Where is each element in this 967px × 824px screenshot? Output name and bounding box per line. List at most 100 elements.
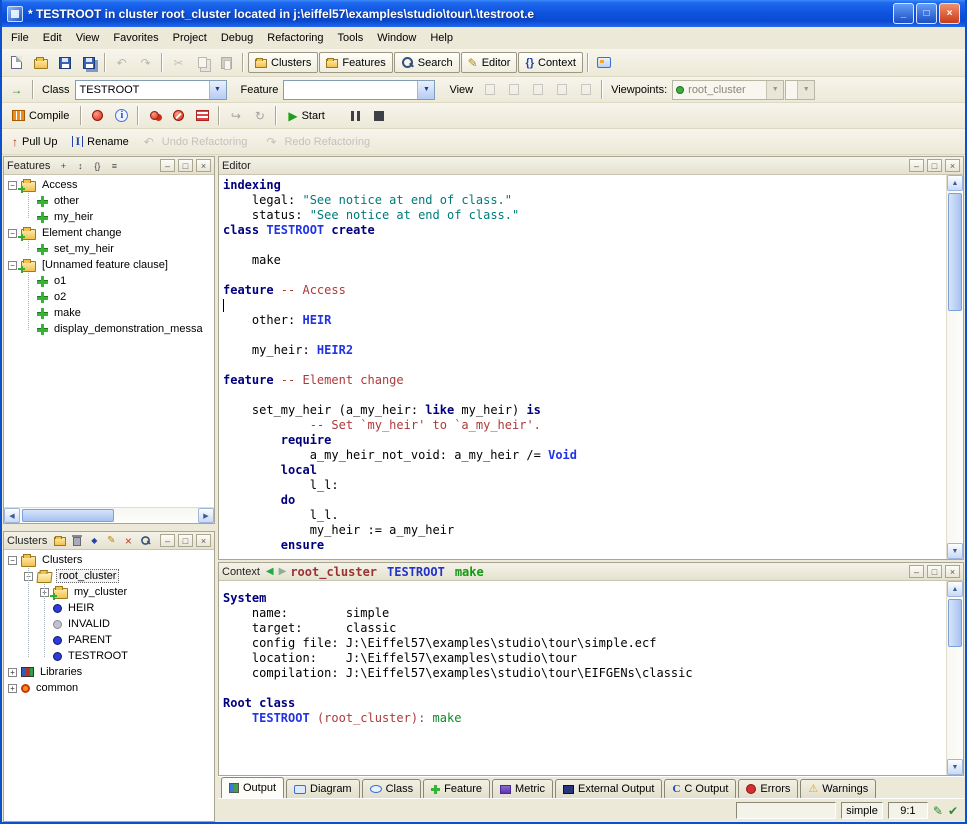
class-combobox-arrow[interactable]: ▼	[209, 81, 226, 99]
context-crumb-testroot[interactable]: TESTROOT	[387, 565, 445, 579]
send-to-new-tool-button[interactable]: →	[5, 78, 28, 101]
step-over-button[interactable]: ↻	[248, 104, 271, 127]
context-tool-button[interactable]: {}Context	[518, 52, 582, 73]
tree-item-parent[interactable]: PARENT	[4, 632, 214, 648]
feature-combobox-arrow[interactable]: ▼	[417, 81, 434, 99]
editor-panel-header[interactable]: Editor – □ ×	[219, 157, 963, 175]
rename-button[interactable]: IRename	[65, 130, 135, 153]
history-back-button[interactable]: ◀	[265, 567, 275, 577]
tree-item-clusters[interactable]: −Clusters	[4, 552, 214, 568]
editor-tool-button[interactable]: ✎Editor	[461, 52, 518, 73]
tab-class[interactable]: Class	[362, 779, 422, 798]
features-tool-button[interactable]: Features	[319, 52, 392, 73]
menu-help[interactable]: Help	[423, 28, 460, 48]
scroll-right-button[interactable]: ▶	[198, 508, 214, 523]
paste-button[interactable]	[215, 51, 238, 74]
tab-errors[interactable]: Errors	[738, 779, 798, 798]
menu-edit[interactable]: Edit	[36, 28, 69, 48]
tree-collapse-box[interactable]: −	[8, 556, 17, 565]
save-button[interactable]	[53, 51, 76, 74]
context-minimize-button[interactable]: –	[909, 565, 924, 578]
stop-button[interactable]	[368, 104, 391, 127]
redo-refactoring-button[interactable]: ↷Redo Refactoring	[259, 130, 381, 153]
scroll-thumb[interactable]	[948, 599, 962, 647]
view-flat-contract-button[interactable]	[574, 78, 597, 101]
context-close-button[interactable]: ×	[945, 565, 960, 578]
tree-collapse-box[interactable]: −	[8, 229, 17, 238]
menu-view[interactable]: View	[69, 28, 107, 48]
tree-item-other[interactable]: other	[4, 193, 214, 209]
tree-item-my-heir[interactable]: my_heir	[4, 209, 214, 225]
delete-item-button[interactable]: ×	[120, 534, 136, 548]
menu-favorites[interactable]: Favorites	[106, 28, 165, 48]
tree-collapse-box[interactable]: −	[8, 181, 17, 190]
context-vertical-scrollbar[interactable]: ▲ ▼	[946, 581, 963, 775]
features-alias-button[interactable]: ≡	[106, 159, 122, 173]
melt-button[interactable]	[86, 104, 109, 127]
features-close-button[interactable]: ×	[196, 159, 211, 172]
tree-collapse-box[interactable]: −	[8, 261, 17, 270]
menu-window[interactable]: Window	[370, 28, 423, 48]
tab-warnings[interactable]: ⚠Warnings	[800, 779, 876, 798]
tree-item-testroot[interactable]: TESTROOT	[4, 648, 214, 664]
context-maximize-button[interactable]: □	[927, 565, 942, 578]
minimize-button[interactable]: _	[893, 3, 914, 24]
features-horizontal-scrollbar[interactable]: ◀ ▶	[4, 507, 214, 523]
tree-expand-box[interactable]: +	[40, 588, 49, 597]
clusters-minimize-button[interactable]: –	[160, 534, 175, 547]
tree-item-make[interactable]: make	[4, 305, 214, 321]
pause-button[interactable]	[344, 104, 367, 127]
menu-file[interactable]: File	[4, 28, 36, 48]
finalize-button[interactable]	[167, 104, 190, 127]
compile-status-icon[interactable]: ✔	[948, 804, 958, 818]
title-bar[interactable]: * TESTROOT in cluster root_cluster locat…	[2, 0, 965, 27]
scroll-track[interactable]	[947, 597, 963, 759]
clusters-maximize-button[interactable]: □	[178, 534, 193, 547]
project-info-button[interactable]: i	[110, 104, 133, 127]
scroll-up-button[interactable]: ▲	[947, 581, 963, 597]
add-cluster-button[interactable]	[52, 534, 68, 548]
scroll-down-button[interactable]: ▼	[947, 759, 963, 775]
tab-output[interactable]: Output	[221, 777, 284, 798]
tree-item-unnamed-feature-clause[interactable]: −[Unnamed feature clause]	[4, 257, 214, 273]
tree-item-my-cluster[interactable]: +my_cluster	[4, 584, 214, 600]
clusters-close-button[interactable]: ×	[196, 534, 211, 547]
tree-item-display-demonstration-messa[interactable]: display_demonstration_messa	[4, 321, 214, 337]
scroll-thumb[interactable]	[948, 193, 962, 311]
menu-refactoring[interactable]: Refactoring	[260, 28, 330, 48]
feature-combobox[interactable]: ▼	[283, 80, 435, 100]
redo-button[interactable]: ↷	[134, 51, 157, 74]
freeze-button[interactable]	[143, 104, 166, 127]
context-panel-header[interactable]: Context ◀ ▶ root_clusterTESTROOTmake – □…	[219, 563, 963, 581]
tree-item-set-my-heir[interactable]: set_my_heir	[4, 241, 214, 257]
close-button[interactable]: ×	[939, 3, 960, 24]
viewpoints-combobox-arrow[interactable]: ▼	[766, 81, 783, 99]
pull-up-button[interactable]: ↑Pull Up	[5, 130, 64, 153]
search-tool-button[interactable]: Search	[394, 52, 460, 73]
search-cluster-button[interactable]	[137, 534, 153, 548]
restore-button[interactable]: □	[916, 3, 937, 24]
tree-collapse-box[interactable]: −	[24, 572, 33, 581]
tab-external-output[interactable]: External Output	[555, 779, 662, 798]
tree-expand-box[interactable]: +	[8, 684, 17, 693]
scroll-down-button[interactable]: ▼	[947, 543, 963, 559]
viewpoint-variant-arrow[interactable]: ▼	[797, 81, 814, 99]
class-combobox[interactable]: TESTROOT ▼	[75, 80, 227, 100]
scroll-thumb[interactable]	[22, 509, 114, 522]
view-interface-button[interactable]	[550, 78, 573, 101]
tab-feature[interactable]: Feature	[423, 779, 490, 798]
undo-refactoring-button[interactable]: ↶Undo Refactoring	[137, 130, 259, 153]
context-crumb-root_cluster[interactable]: root_cluster	[290, 565, 377, 579]
context-body[interactable]: System name: simple target: classic conf…	[219, 581, 963, 775]
scroll-track[interactable]	[20, 508, 198, 523]
editor-maximize-button[interactable]: □	[927, 159, 942, 172]
add-class-button[interactable]: ◆	[86, 534, 102, 548]
editable-toggle-icon[interactable]: ✎	[933, 804, 943, 818]
precompile-button[interactable]	[191, 104, 214, 127]
editor-vertical-scrollbar[interactable]: ▲ ▼	[946, 175, 963, 559]
diagram-tool-button[interactable]	[593, 51, 616, 74]
tree-item-libraries[interactable]: +Libraries	[4, 664, 214, 680]
editor-close-button[interactable]: ×	[945, 159, 960, 172]
open-button[interactable]	[29, 51, 52, 74]
tree-item-root-cluster[interactable]: −root_cluster	[4, 568, 214, 584]
